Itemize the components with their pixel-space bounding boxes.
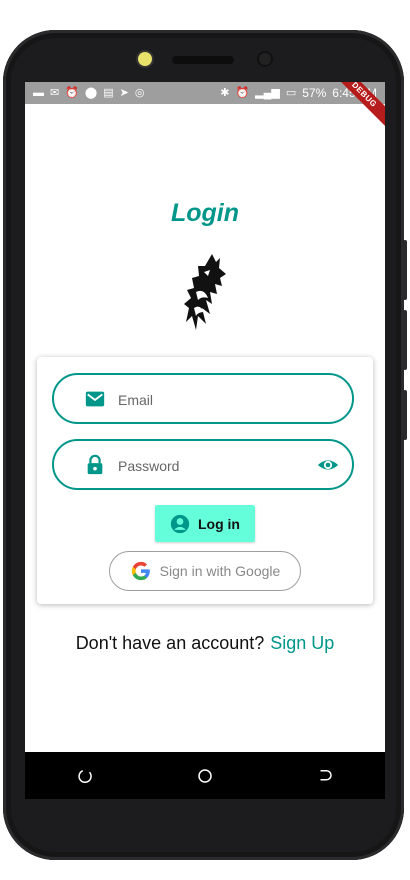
eye-icon[interactable] <box>316 454 340 476</box>
status-bar: ▬ ✉ ⏰ ⬤ ▤ ➤ ◎ ✱ ⏰ ▂▄▆ ▭ 57% 6:45 PM <box>25 82 385 104</box>
lock-icon <box>87 454 103 475</box>
login-button[interactable]: Log in <box>155 505 255 542</box>
signup-prompt: Don't have an account? <box>75 633 265 653</box>
email-input[interactable] <box>116 387 310 413</box>
back-icon[interactable] <box>74 765 96 787</box>
notification-icons: ▬ ✉ ⏰ ⬤ ▤ ➤ ◎ <box>33 87 144 99</box>
wolf-logo <box>184 254 226 330</box>
app-screen: ▬ ✉ ⏰ ⬤ ▤ ➤ ◎ ✱ ⏰ ▂▄▆ ▭ 57% 6:45 PM DEBU… <box>25 82 385 799</box>
signup-link[interactable]: Sign Up <box>270 633 334 653</box>
password-input[interactable] <box>116 453 310 479</box>
sync-icon: ◎ <box>134 87 145 99</box>
signup-row: Don't have an account? Sign Up <box>25 633 385 654</box>
home-icon[interactable] <box>194 765 216 787</box>
volume-button <box>403 310 407 370</box>
volume-button <box>403 240 407 300</box>
email-field[interactable] <box>52 373 354 424</box>
gmail-icon: ✉ <box>50 87 60 99</box>
battery-icon: ▭ <box>285 87 297 99</box>
send-icon: ➤ <box>119 87 129 99</box>
login-button-label: Log in <box>198 515 240 532</box>
message-icon: ▬ <box>33 87 44 99</box>
password-field[interactable] <box>52 439 354 490</box>
alarm-icon: ⏰ <box>235 87 250 99</box>
account-circle-icon <box>170 514 190 533</box>
google-signin-button[interactable]: Sign in with Google <box>109 551 301 591</box>
login-form-card: Log in Sign in with Google <box>37 357 373 604</box>
proximity-sensor <box>138 52 152 66</box>
front-camera <box>259 53 271 65</box>
battery-percent: 57% <box>302 86 327 100</box>
location-icon: ⬤ <box>84 87 98 99</box>
mail-icon <box>85 391 105 407</box>
power-button <box>403 390 407 440</box>
page-title: Login <box>170 199 240 227</box>
recents-icon[interactable] <box>314 765 336 787</box>
alarm-icon: ⏰ <box>65 87 79 99</box>
navigation-bar <box>25 752 385 799</box>
calendar-icon: ▤ <box>103 87 114 99</box>
signal-icon: ▂▄▆ <box>255 87 280 99</box>
google-logo-icon <box>131 561 150 581</box>
bluetooth-icon: ✱ <box>220 87 230 99</box>
google-button-label: Sign in with Google <box>159 563 281 579</box>
earpiece-speaker <box>172 56 234 64</box>
